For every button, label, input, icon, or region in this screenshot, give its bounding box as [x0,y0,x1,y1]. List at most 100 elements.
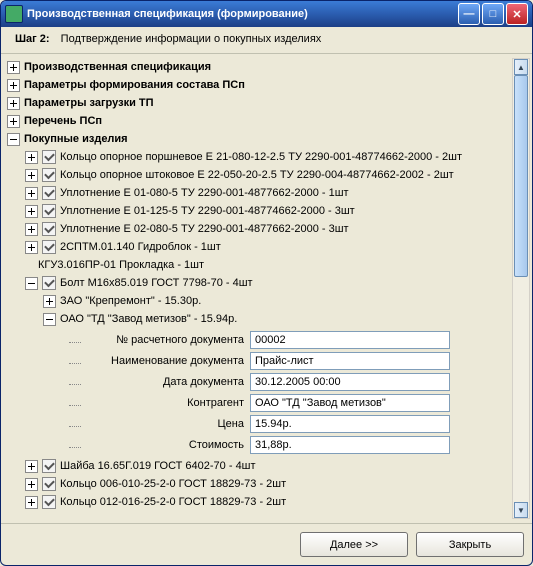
detail-label: Дата документа [77,376,250,388]
expand-icon[interactable] [25,187,38,200]
expand-icon[interactable] [7,97,20,110]
detail-label: Контрагент [77,397,250,409]
section-list-psp[interactable]: Перечень ПСп [7,112,512,130]
detail-row: Наименование документаПрайс-лист [77,351,512,371]
expand-icon[interactable] [25,496,38,509]
step-text: Подтверждение информации о покупных изде… [61,33,322,45]
tree-item[interactable]: Уплотнение Е 01-125-5 ТУ 2290-001-487746… [7,202,512,220]
expand-icon[interactable] [7,115,20,128]
checkbox-icon[interactable] [42,240,56,254]
vertical-scrollbar[interactable]: ▲ ▼ [512,58,530,519]
tree-item[interactable]: КГУ3.016ПР-01 Прокладка - 1шт [7,256,512,274]
expand-icon[interactable] [25,151,38,164]
detail-row: № расчетного документа00002 [77,330,512,350]
expand-icon[interactable] [25,223,38,236]
item-label: Кольцо 006-010-25-2-0 ГОСТ 18829-73 - 2ш… [60,476,286,493]
detail-value[interactable]: 31,88р. [250,436,450,454]
item-label: ОАО "ТД "Завод метизов" - 15.94р. [60,311,237,328]
checkbox-icon[interactable] [42,477,56,491]
item-label: Кольцо опорное штоковое Е 22-050-20-2.5 … [60,167,454,184]
expand-icon[interactable] [25,478,38,491]
detail-row: Стоимость31,88р. [77,435,512,455]
app-icon [5,5,23,23]
collapse-icon[interactable] [7,133,20,146]
expand-icon[interactable] [25,241,38,254]
section-purchased[interactable]: Покупные изделия [7,130,512,148]
tree-item[interactable]: Кольцо опорное поршневое Е 21-080-12-2.5… [7,148,512,166]
item-label: КГУ3.016ПР-01 Прокладка - 1шт [38,257,204,274]
close-dialog-button[interactable]: Закрыть [416,532,524,557]
footer: Далее >> Закрыть [1,523,532,565]
step-label: Шаг 2: [15,33,50,45]
expand-icon[interactable] [25,460,38,473]
item-label: Болт М16х85.019 ГОСТ 7798-70 - 4шт [60,275,253,292]
tree-item[interactable]: 2СПТМ.01.140 Гидроблок - 1шт [7,238,512,256]
collapse-icon[interactable] [43,313,56,326]
item-label: Уплотнение Е 01-125-5 ТУ 2290-001-487746… [60,203,355,220]
tree-item[interactable]: Уплотнение Е 01-080-5 ТУ 2290-001-487766… [7,184,512,202]
tree-item[interactable]: Кольцо 006-010-25-2-0 ГОСТ 18829-73 - 2ш… [7,475,512,493]
scroll-thumb[interactable] [514,75,528,277]
section-params-tp[interactable]: Параметры загрузки ТП [7,94,512,112]
checkbox-icon[interactable] [42,276,56,290]
expand-icon[interactable] [43,295,56,308]
item-label: ЗАО "Крепремонт" - 15.30р. [60,293,201,310]
titlebar[interactable]: Производственная спецификация (формирова… [1,1,532,27]
detail-row: Дата документа30.12.2005 00:00 [77,372,512,392]
section-params-psp[interactable]: Параметры формирования состава ПСп [7,76,512,94]
expand-icon[interactable] [25,169,38,182]
tree-item[interactable]: Уплотнение Е 02-080-5 ТУ 2290-001-487766… [7,220,512,238]
expand-icon[interactable] [7,79,20,92]
checkbox-icon[interactable] [42,150,56,164]
checkbox-icon[interactable] [42,459,56,473]
detail-row: Цена15.94р. [77,414,512,434]
item-label: Кольцо опорное поршневое Е 21-080-12-2.5… [60,149,462,166]
minimize-button[interactable]: — [458,3,480,25]
tree-item[interactable]: Кольцо опорное штоковое Е 22-050-20-2.5 … [7,166,512,184]
scroll-up-icon[interactable]: ▲ [514,59,528,75]
detail-label: Наименование документа [77,355,250,367]
window-title: Производственная спецификация (формирова… [27,8,458,20]
expand-icon[interactable] [7,61,20,74]
tree-item[interactable]: Шайба 16.65Г.019 ГОСТ 6402-70 - 4шт [7,457,512,475]
detail-row: КонтрагентОАО "ТД "Завод метизов" [77,393,512,413]
section-label: Перечень ПСп [24,113,102,130]
checkbox-icon[interactable] [42,186,56,200]
tree: Производственная спецификация Параметры … [7,58,530,511]
detail-value[interactable]: Прайс-лист [250,352,450,370]
section-label: Покупные изделия [24,131,128,148]
tree-scroll[interactable]: Производственная спецификация Параметры … [7,58,530,519]
detail-label: № расчетного документа [77,334,250,346]
checkbox-icon[interactable] [42,168,56,182]
content-pane: Производственная спецификация Параметры … [1,54,532,523]
collapse-icon[interactable] [25,277,38,290]
section-label: Параметры загрузки ТП [24,95,154,112]
tree-item-bolt[interactable]: Болт М16х85.019 ГОСТ 7798-70 - 4шт [7,274,512,292]
item-label: Уплотнение Е 02-080-5 ТУ 2290-001-487766… [60,221,349,238]
item-label: 2СПТМ.01.140 Гидроблок - 1шт [60,239,221,256]
checkbox-icon[interactable] [42,204,56,218]
checkbox-icon[interactable] [42,495,56,509]
detail-value[interactable]: 30.12.2005 00:00 [250,373,450,391]
section-label: Параметры формирования состава ПСп [24,77,245,94]
tree-item[interactable]: Кольцо 012-016-25-2-0 ГОСТ 18829-73 - 2ш… [7,493,512,511]
close-button[interactable]: ✕ [506,3,528,25]
tree-item-supplier[interactable]: ОАО "ТД "Завод метизов" - 15.94р. [7,310,512,328]
app-window: Производственная спецификация (формирова… [0,0,533,566]
item-label: Шайба 16.65Г.019 ГОСТ 6402-70 - 4шт [60,458,256,475]
item-label: Кольцо 012-016-25-2-0 ГОСТ 18829-73 - 2ш… [60,494,286,511]
detail-label: Цена [77,418,250,430]
tree-item-supplier[interactable]: ЗАО "Крепремонт" - 15.30р. [7,292,512,310]
expand-icon[interactable] [25,205,38,218]
scroll-down-icon[interactable]: ▼ [514,502,528,518]
detail-value[interactable]: 15.94р. [250,415,450,433]
detail-value[interactable]: ОАО "ТД "Завод метизов" [250,394,450,412]
section-spec[interactable]: Производственная спецификация [7,58,512,76]
next-button[interactable]: Далее >> [300,532,408,557]
supplier-details: № расчетного документа00002Наименование … [77,330,512,455]
item-label: Уплотнение Е 01-080-5 ТУ 2290-001-487766… [60,185,349,202]
detail-value[interactable]: 00002 [250,331,450,349]
wizard-step: Шаг 2: Подтверждение информации о покупн… [1,27,532,54]
checkbox-icon[interactable] [42,222,56,236]
maximize-button[interactable]: □ [482,3,504,25]
